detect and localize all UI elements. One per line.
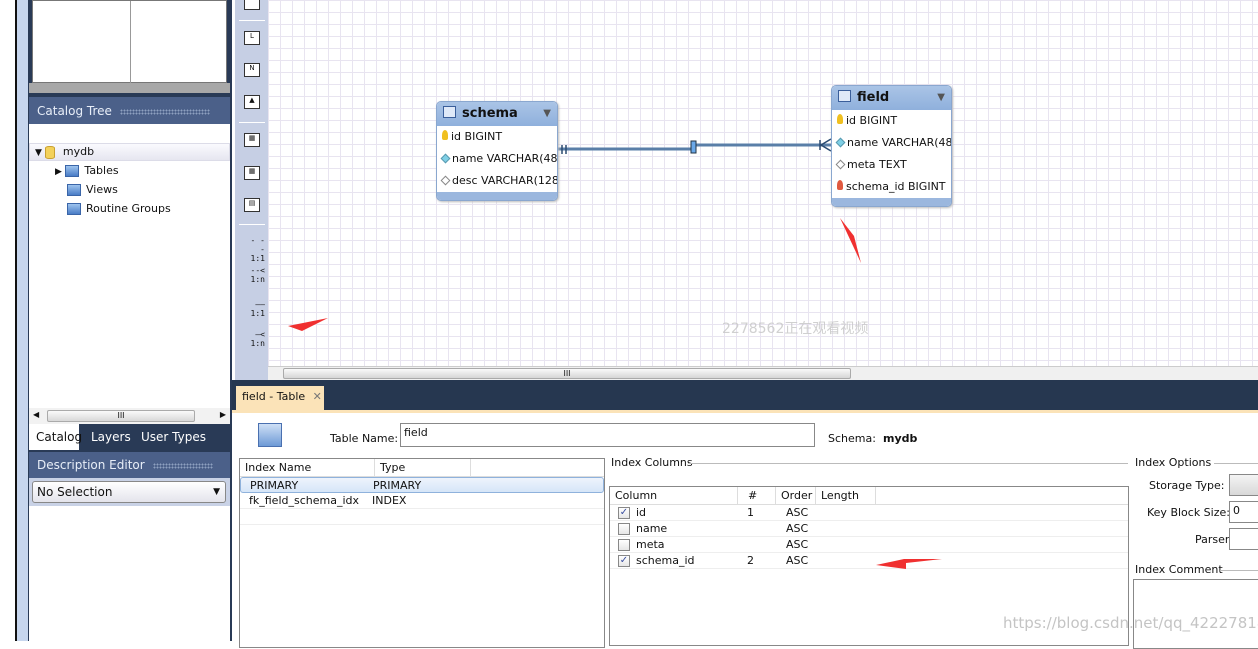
foreign-key-icon [837, 180, 843, 190]
parser-input[interactable] [1229, 528, 1258, 550]
expand-arrow-icon[interactable]: ▼ [35, 148, 42, 158]
diagram-canvas[interactable]: schema ▼ id BIGINT name VARCHAR(48) desc … [268, 0, 1258, 366]
nullable-diamond-icon [440, 175, 451, 186]
annotation-arrow [876, 559, 942, 569]
index-comment-title: Index Comment [1135, 563, 1223, 576]
index-column-row[interactable]: meta ASC [610, 537, 1128, 553]
viewer-overlay-text: 2278562正在观看视频 [722, 321, 869, 337]
watermark: https://blog.csdn.net/qq_42227818 [1003, 614, 1258, 632]
collapse-arrow-icon[interactable]: ▶ [55, 167, 62, 177]
canvas-horizontal-scrollbar[interactable]: III [268, 366, 1258, 380]
layer-tool-icon[interactable]: L [244, 31, 260, 45]
table-name-input[interactable]: field [400, 423, 815, 447]
index-options-title: Index Options [1135, 456, 1212, 469]
routine-group-tool-icon[interactable]: ▤ [244, 198, 260, 212]
schema-value: mydb [883, 432, 918, 445]
primary-key-icon [442, 130, 448, 140]
close-tab-icon[interactable]: ✕ [313, 390, 322, 403]
schema-label: Schema: [828, 432, 876, 445]
views-icon [67, 184, 81, 196]
relationship-line[interactable] [268, 0, 1258, 366]
primary-key-icon [837, 114, 843, 124]
not-null-diamond-icon [440, 153, 451, 164]
collapse-icon[interactable]: ▼ [937, 86, 945, 110]
tables-icon [65, 165, 80, 177]
index-column-row[interactable]: name ASC [610, 521, 1128, 537]
eraser-tool-icon[interactable] [244, 0, 260, 10]
tab-field-table[interactable]: field - Table ✕ [236, 386, 324, 410]
storage-type-label: Storage Type: [1149, 479, 1225, 492]
tree-item-routine-groups[interactable]: Routine Groups [67, 200, 171, 218]
include-checkbox[interactable]: ✓ [618, 555, 630, 567]
description-select[interactable]: No Selection ▼ [32, 481, 226, 503]
note-tool-icon[interactable]: N [244, 63, 260, 77]
entity-column: meta TEXT [832, 154, 951, 176]
table-editor: Table Name: field Schema: mydb Index Nam… [232, 410, 1258, 649]
relationship-1-1-nonidentifying-tool[interactable]: - - -1:1 [241, 236, 265, 263]
nullable-diamond-icon [835, 159, 846, 170]
entity-column: name VARCHAR(48) [437, 148, 557, 170]
entity-column: name VARCHAR(48) [832, 132, 951, 154]
relationship-1-n-identifying-tool[interactable]: —< 1:n [241, 330, 265, 348]
description-text-area[interactable] [29, 506, 230, 641]
key-block-size-input[interactable]: 0 [1229, 501, 1258, 523]
include-checkbox[interactable] [618, 539, 630, 551]
not-null-diamond-icon [835, 137, 846, 148]
table-editor-icon [258, 423, 282, 447]
tree-horizontal-scrollbar[interactable]: ◀ III ▶ [29, 408, 230, 424]
index-row-fk[interactable]: fk_field_schema_idx INDEX [240, 493, 604, 509]
diagram-toolbar: L N ▲ ▦ ▦ ▤ - - -1:1 --< 1:n —— 1:1 —< 1:n [235, 0, 268, 380]
key-block-size-label: Key Block Size: [1147, 506, 1230, 519]
database-icon [45, 145, 56, 159]
entity-column: id BIGINT [832, 110, 951, 132]
relationship-1-1-identifying-tool[interactable]: —— 1:1 [241, 300, 265, 318]
view-tool-icon[interactable]: ▦ [244, 166, 260, 180]
image-tool-icon[interactable]: ▲ [244, 95, 260, 109]
collapse-icon[interactable]: ▼ [543, 102, 551, 126]
tree-item-mydb[interactable]: ▼ mydb [35, 143, 94, 162]
index-column-row[interactable]: ✓ schema_id 2 ASC [610, 553, 1128, 569]
catalog-tree: ▼ mydb ▶ Tables Views Routine Groups [29, 124, 230, 408]
dropdown-arrow-icon: ▼ [213, 487, 220, 497]
table-name-label: Table Name: [330, 432, 399, 445]
index-column-row[interactable]: ✓ id 1 ASC [610, 505, 1128, 521]
table-tool-icon[interactable]: ▦ [244, 133, 260, 147]
index-row-primary[interactable]: PRIMARY PRIMARY [240, 477, 604, 493]
splitter[interactable] [29, 83, 230, 93]
relationship-1-n-nonidentifying-tool[interactable]: --< 1:n [241, 266, 265, 284]
index-columns-title: Index Columns [611, 456, 693, 469]
index-list[interactable]: Index Name Type PRIMARY PRIMARY fk_field_s… [239, 458, 605, 648]
overview-panel [32, 0, 227, 83]
entity-column: schema_id BIGINT [832, 176, 951, 198]
include-checkbox[interactable] [618, 523, 630, 535]
routine-groups-icon [67, 203, 81, 215]
annotation-arrow [840, 218, 861, 263]
table-icon [443, 106, 456, 118]
annotation-arrow [288, 318, 328, 331]
entity-column: desc VARCHAR(128) [437, 170, 557, 192]
parser-label: Parser: [1195, 533, 1233, 546]
entity-schema[interactable]: schema ▼ id BIGINT name VARCHAR(48) desc … [436, 101, 558, 201]
tab-catalog[interactable]: Catalog [29, 424, 82, 450]
tree-item-views[interactable]: Views [67, 181, 118, 199]
tree-item-tables[interactable]: ▶ Tables [55, 162, 119, 181]
editor-tab-bar [232, 380, 1258, 410]
storage-type-select[interactable] [1229, 474, 1258, 496]
catalog-tree-header: Catalog Tree [29, 97, 230, 125]
include-checkbox[interactable]: ✓ [618, 507, 630, 519]
table-icon [838, 90, 851, 102]
tab-user-types[interactable]: User Types [134, 424, 213, 450]
entity-column: id BIGINT [437, 126, 557, 148]
description-editor-header: Description Editor [29, 452, 230, 478]
background-strip [0, 0, 28, 641]
tab-layers[interactable]: Layers [84, 424, 138, 450]
entity-field[interactable]: field ▼ id BIGINT name VARCHAR(48) meta T… [831, 85, 952, 207]
